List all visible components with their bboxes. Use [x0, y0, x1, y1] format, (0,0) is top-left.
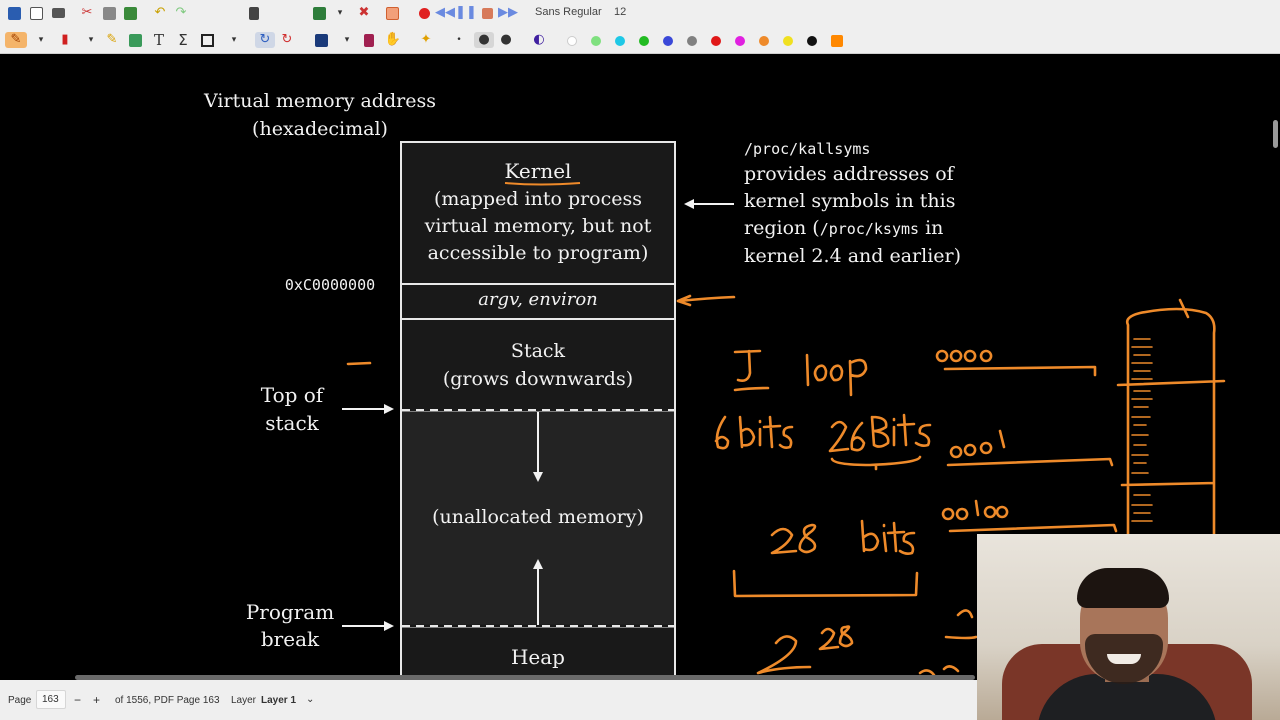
color-swatch[interactable] [687, 36, 697, 46]
color-swatch[interactable] [831, 35, 843, 47]
argv-pointer-annotation [676, 294, 736, 307]
tools-toolbar: ✎ ▾ ▮ ▾ ✎ T Σ ▾ ↻ ↻ ▾ ✋ ✦ • ● ● ◐ [0, 27, 1280, 54]
stray-mark-annotation [346, 361, 372, 366]
image-icon[interactable] [127, 32, 143, 48]
kernel-description: (mapped into process virtual memory, but… [424, 188, 652, 264]
color-swatch[interactable] [615, 36, 625, 46]
color-swatch[interactable] [711, 36, 721, 46]
unallocated-memory-label: (unallocated memory) [432, 506, 644, 528]
page-number-input[interactable]: 163 [36, 690, 66, 709]
fine-pen-icon[interactable]: • [451, 32, 467, 48]
pause-icon[interactable]: ❚❚ [455, 5, 477, 21]
26bits-brace-annotation [830, 455, 922, 471]
layer-dropdown-icon[interactable]: ⌄ [306, 694, 314, 705]
color-swatch[interactable] [591, 36, 601, 46]
stack-label: Stack (grows downwards) [442, 340, 634, 390]
kernel-address-label: 0xC0000000 [284, 276, 376, 294]
main-toolbar: ✂ ↶ ↷ ▾ ✖ ◀◀ ❚❚ ▶▶ Sans Regular 12 [0, 0, 1280, 27]
28bits-brace-annotation [732, 569, 919, 598]
program-break-label: Program break [245, 600, 335, 651]
page-label: Page [8, 695, 32, 706]
copy-icon[interactable] [101, 5, 117, 21]
0000-annotation [935, 349, 1097, 377]
color-swatch[interactable] [639, 36, 649, 46]
layer-icon[interactable] [313, 32, 329, 48]
font-name[interactable]: Sans Regular [535, 6, 602, 18]
eraser-icon[interactable]: ▮ [57, 32, 73, 48]
color-swatch[interactable] [663, 36, 673, 46]
grid-icon[interactable] [384, 5, 400, 21]
26bits-annotation [828, 413, 932, 453]
paste-icon[interactable] [122, 5, 138, 21]
color-swatch[interactable] [759, 36, 769, 46]
argv-environ-label: argv, environ [478, 289, 598, 310]
address-heading: Virtual memory address (hexadecimal) [204, 90, 436, 140]
export-icon[interactable] [246, 5, 262, 21]
hand-icon[interactable]: ✋ [385, 32, 401, 48]
kallsyms-note: /proc/kallsyms provides addresses of ker… [744, 137, 1044, 270]
fill-icon[interactable]: ◐ [531, 32, 547, 48]
undo-icon[interactable]: ↶ [152, 5, 168, 21]
2-pow-28-annotation [756, 625, 854, 675]
save-icon[interactable] [6, 5, 22, 21]
status-bar: Page 163 − + of 1556, PDF Page 163 Layer… [0, 680, 977, 720]
math-tool-icon[interactable]: Σ [175, 32, 191, 48]
vertical-space-icon[interactable] [361, 32, 377, 48]
page-increment-button[interactable]: + [93, 693, 100, 707]
0010-annotation [941, 499, 1118, 533]
page-decrement-button[interactable]: − [74, 693, 81, 707]
kallsyms-path: /proc/kallsyms [744, 140, 871, 158]
kallsyms-text-in: in [919, 217, 944, 239]
text-tool-icon[interactable]: T [151, 32, 167, 48]
pen-tool-icon[interactable]: ✎ [5, 32, 27, 48]
color-swatch[interactable] [735, 36, 745, 46]
redo-icon[interactable]: ↷ [173, 5, 189, 21]
new-page-icon[interactable] [28, 5, 44, 21]
layer-select[interactable]: Layer 1 [261, 695, 296, 706]
color-swatch[interactable] [567, 36, 577, 46]
stop-icon[interactable] [479, 5, 495, 21]
vertical-scrollbar[interactable] [1273, 120, 1278, 148]
fast-forward-icon[interactable]: ▶▶ [498, 5, 518, 21]
top-of-stack-label: Top of stack [260, 383, 324, 435]
kernel-title: Kernel [504, 159, 572, 183]
medium-pen-icon[interactable]: ● [474, 32, 494, 48]
play-object-icon[interactable]: ✦ [418, 32, 434, 48]
select-dropdown-icon[interactable]: ▾ [226, 32, 242, 48]
partial-annotation [918, 609, 978, 677]
heap-label: Heap [510, 645, 565, 669]
thick-pen-icon[interactable]: ● [498, 32, 514, 48]
color-swatch[interactable] [807, 36, 817, 46]
pdf-icon[interactable] [311, 5, 327, 21]
highlighter-icon[interactable]: ✎ [104, 32, 120, 48]
open-folder-icon[interactable] [50, 5, 66, 21]
record-icon[interactable] [416, 5, 432, 21]
layer-dropdown-icon[interactable]: ▾ [339, 32, 355, 48]
rewind-icon[interactable]: ◀◀ [435, 5, 455, 21]
0001-annotation [946, 429, 1114, 467]
28bits-annotation [770, 519, 916, 555]
rotate-icon[interactable]: ↻ [255, 32, 275, 48]
memory-column-hatching [1131, 338, 1153, 522]
J-annotation [733, 349, 770, 392]
loop-annotation [805, 353, 868, 397]
cut-icon[interactable]: ✂ [79, 5, 95, 21]
eraser-dropdown-icon[interactable]: ▾ [83, 32, 99, 48]
ksyms-path: /proc/ksyms [819, 220, 920, 238]
kallsyms-text-end: kernel 2.4 and earlier) [744, 245, 962, 267]
page-info: of 1556, PDF Page 163 [115, 695, 220, 706]
select-rect-icon[interactable] [199, 32, 215, 48]
refresh-icon[interactable]: ↻ [279, 32, 295, 48]
6bits-annotation [714, 415, 794, 450]
webcam-overlay [977, 534, 1280, 720]
font-size[interactable]: 12 [614, 6, 626, 18]
close-doc-icon[interactable]: ✖ [356, 5, 372, 21]
color-swatch[interactable] [783, 36, 793, 46]
pen-dropdown-icon[interactable]: ▾ [33, 32, 49, 48]
dropdown-icon[interactable]: ▾ [332, 5, 348, 21]
layer-label: Layer [231, 695, 257, 706]
